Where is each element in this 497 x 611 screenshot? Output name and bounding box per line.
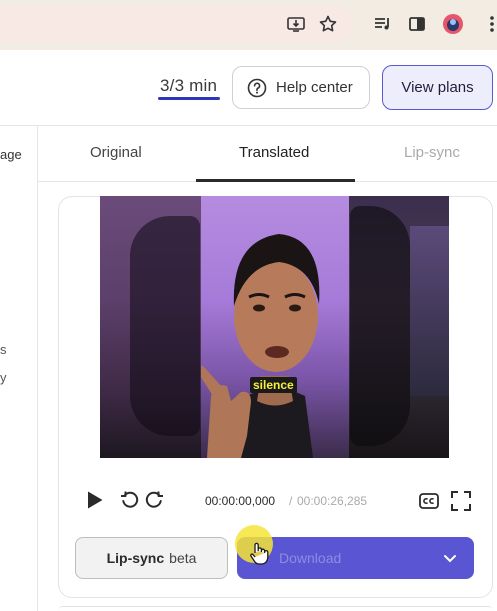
rewind-icon[interactable] xyxy=(119,489,141,511)
time-separator: / xyxy=(289,494,293,508)
tab-lip-sync[interactable]: Lip-sync xyxy=(404,144,460,161)
play-icon[interactable] xyxy=(86,490,104,510)
usage-minutes: 3/3 min xyxy=(160,76,218,95)
tab-original[interactable]: Original xyxy=(90,144,142,161)
fullscreen-icon[interactable] xyxy=(450,490,472,512)
speaker-figure xyxy=(201,234,320,458)
profile-avatar-icon[interactable] xyxy=(441,12,465,36)
next-card-edge xyxy=(58,606,493,611)
video-frame-right-shadow xyxy=(350,206,410,446)
view-plans-button[interactable]: View plans xyxy=(382,65,493,110)
download-label: Download xyxy=(279,550,342,566)
video-frame-left-shadow xyxy=(130,216,200,436)
media-queue-icon[interactable] xyxy=(371,12,395,36)
side-panel-icon[interactable] xyxy=(405,12,429,36)
video-player[interactable] xyxy=(100,196,449,458)
total-duration: 00:00:26,285 xyxy=(297,494,368,508)
left-panel xyxy=(0,126,38,611)
bookmark-star-icon[interactable] xyxy=(316,12,340,36)
hand-cursor-icon xyxy=(250,542,269,565)
beta-badge: beta xyxy=(169,550,197,566)
help-center-button[interactable]: Help center xyxy=(232,66,370,109)
lip-sync-button[interactable]: Lip-sync beta xyxy=(75,537,228,579)
left-panel-text-fragment: s xyxy=(0,342,7,357)
more-menu-icon[interactable] xyxy=(480,12,497,36)
left-panel-text-fragment: y xyxy=(0,370,7,385)
tab-translated[interactable]: Translated xyxy=(239,144,309,161)
chevron-down-icon[interactable] xyxy=(442,550,458,566)
help-center-label: Help center xyxy=(276,79,353,96)
left-panel-tab-fragment[interactable]: age xyxy=(0,147,22,162)
install-app-icon[interactable] xyxy=(284,12,308,36)
current-time: 00:00:00,000 xyxy=(205,494,276,508)
usage-underline xyxy=(158,97,220,100)
lip-sync-label: Lip-sync xyxy=(106,550,165,566)
active-tab-indicator xyxy=(196,179,355,182)
app-header: 3/3 min Help center View plans xyxy=(0,50,497,126)
video-frame-right-panel xyxy=(410,226,449,396)
forward-icon[interactable] xyxy=(143,489,165,511)
browser-toolbar xyxy=(0,0,497,50)
subtitle-caption: silence xyxy=(250,377,297,393)
help-icon xyxy=(247,78,267,97)
closed-captions-icon[interactable] xyxy=(418,490,440,512)
